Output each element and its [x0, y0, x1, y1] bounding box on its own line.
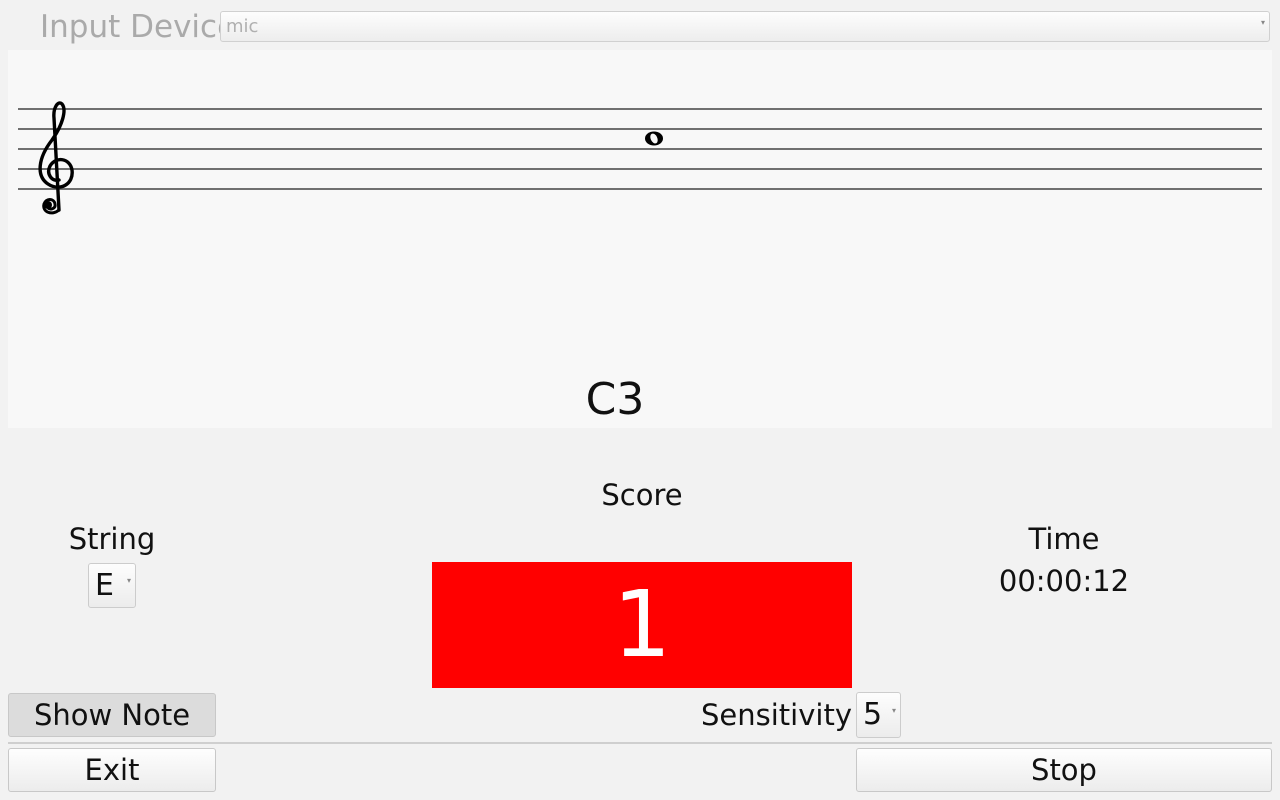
show-note-button[interactable]: Show Note — [8, 693, 216, 737]
string-select[interactable]: E ▾ — [88, 563, 136, 608]
staff-line — [18, 168, 1262, 170]
whole-note-icon — [645, 131, 663, 146]
treble-clef-icon — [38, 101, 74, 215]
string-value: E — [95, 568, 114, 603]
time-label: Time — [1028, 522, 1100, 556]
score-display: 1 — [432, 562, 852, 688]
note-name: C3 — [585, 374, 645, 425]
dropdown-arrow-icon: ▾ — [1260, 18, 1265, 27]
staff-line — [18, 188, 1262, 190]
staff-line — [18, 128, 1262, 130]
sensitivity-label: Sensitivity — [701, 698, 852, 732]
sensitivity-select[interactable]: 5 ▾ — [856, 692, 901, 738]
string-label: String — [68, 522, 156, 556]
time-value: 00:00:12 — [998, 564, 1130, 598]
score-label: Score — [601, 478, 683, 512]
sensitivity-value: 5 — [863, 697, 883, 732]
dropdown-arrow-icon: ▾ — [126, 576, 131, 585]
stop-button[interactable]: Stop — [856, 748, 1272, 792]
input-device-label: Input Device — [40, 9, 237, 45]
input-device-value: mic — [226, 16, 259, 37]
input-device-select[interactable]: mic ▾ — [220, 11, 1270, 42]
staff-panel: C3 — [8, 50, 1272, 428]
staff-line — [18, 108, 1262, 110]
staff-line — [18, 148, 1262, 150]
dropdown-arrow-icon: ▾ — [891, 706, 896, 715]
exit-button[interactable]: Exit — [8, 748, 216, 792]
divider — [8, 742, 1272, 744]
